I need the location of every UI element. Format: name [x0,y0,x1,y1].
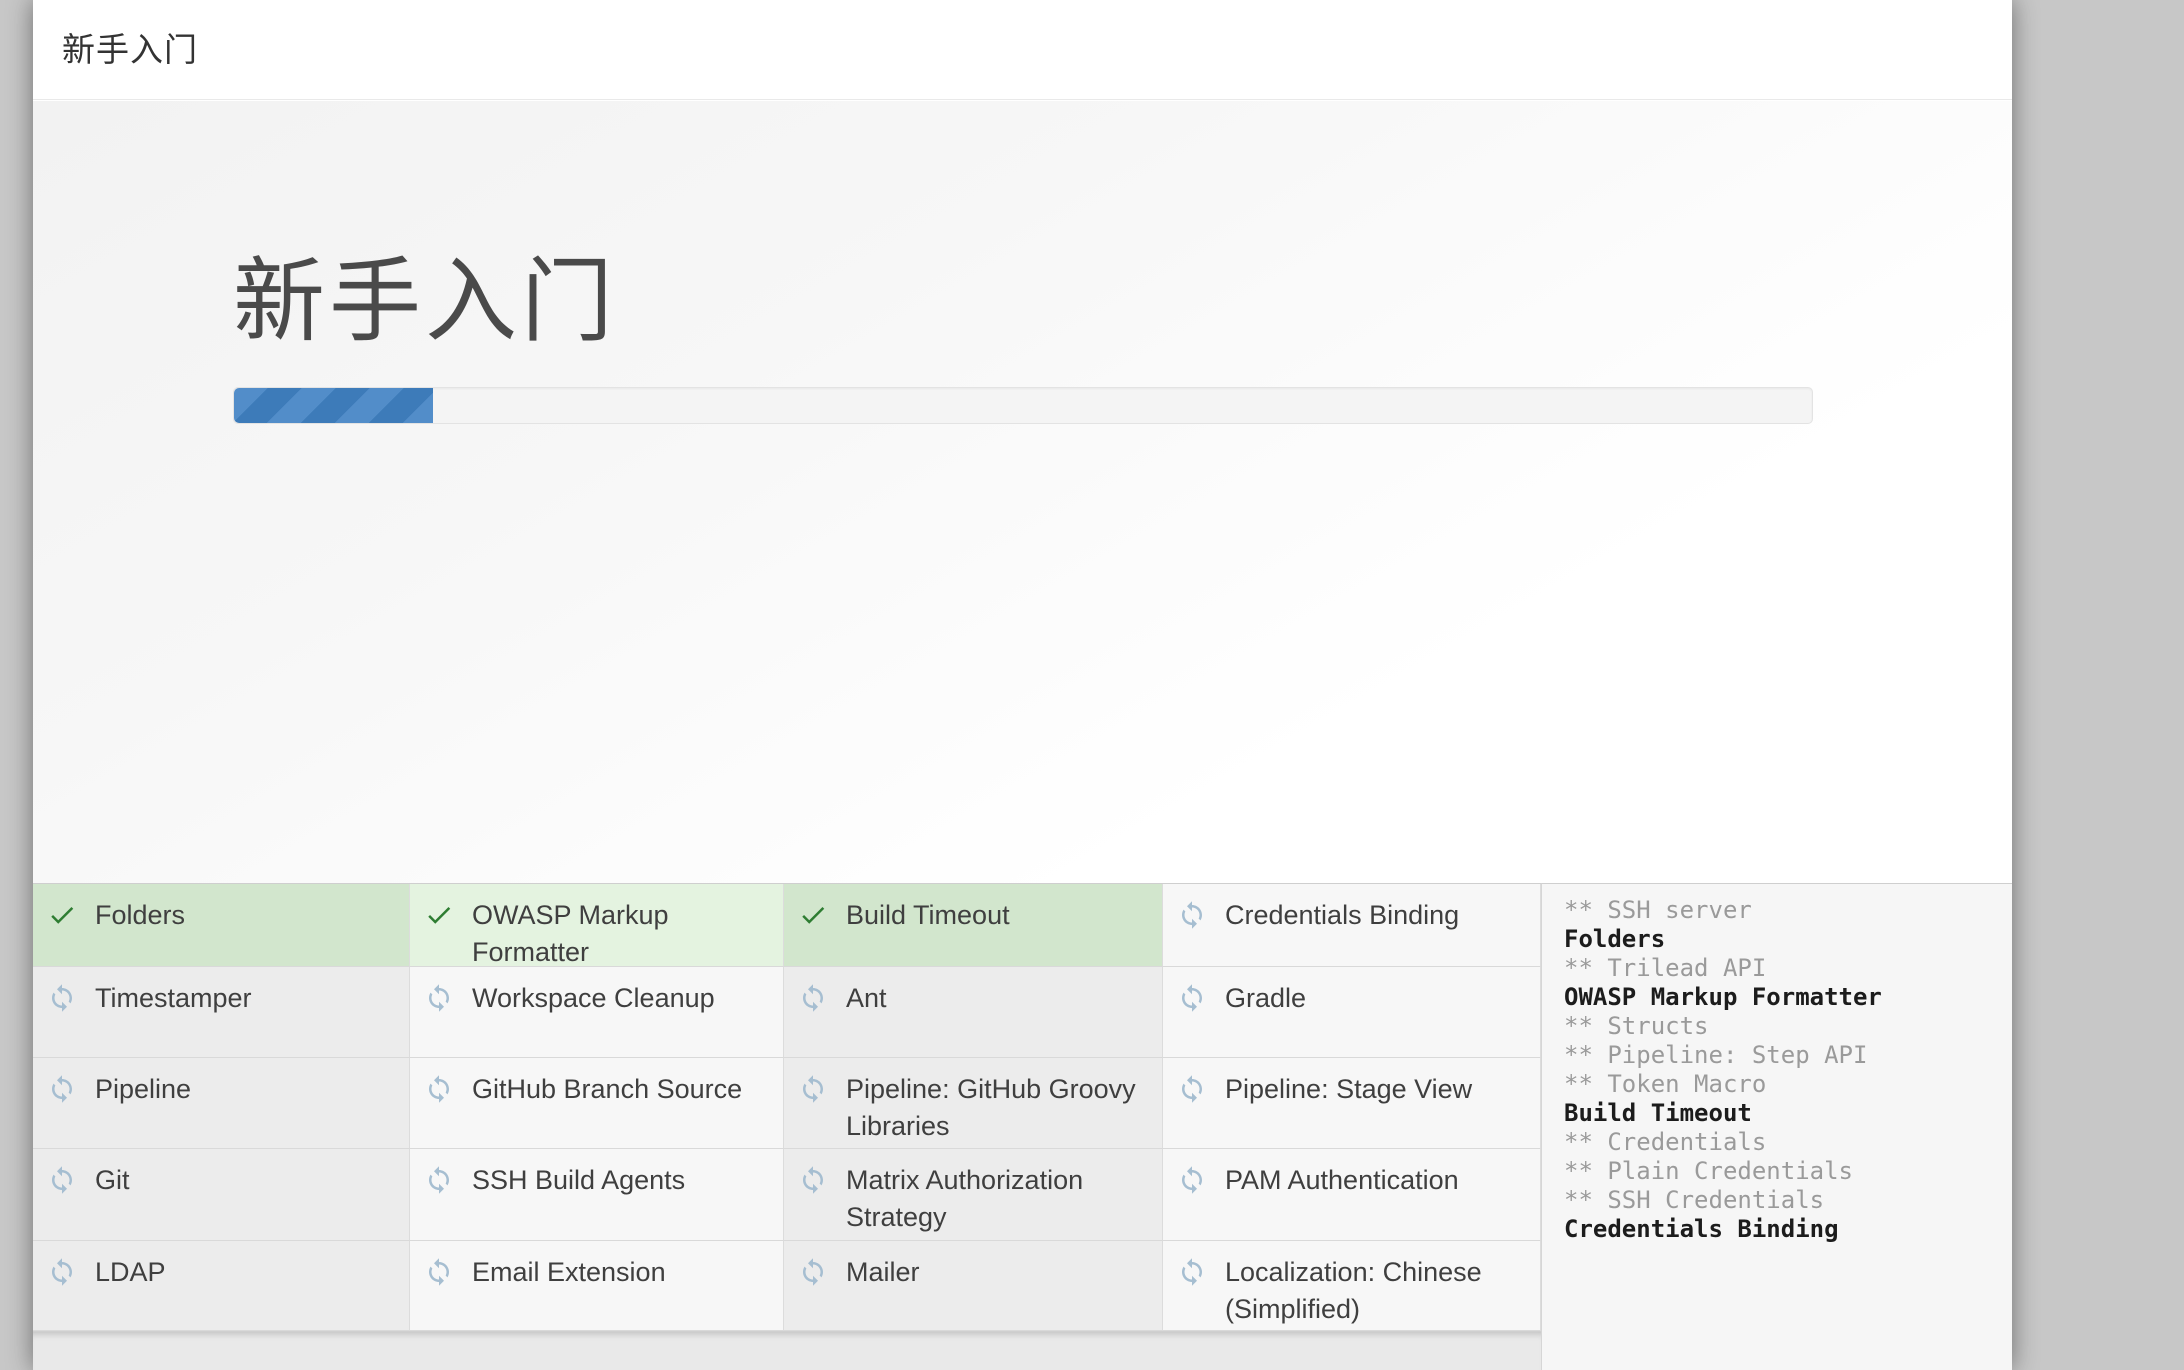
install-log-panel: ** SSH server Folders ** Trilead API OWASP … [1541,883,2012,1370]
sync-icon [803,984,823,1012]
sync-icon [803,1166,823,1194]
plugin-name: Build Timeout [846,900,1010,930]
plugin-name: Ant [846,983,887,1013]
plugin-name: PAM Authentication [1225,1165,1459,1195]
plugin-name: Mailer [846,1257,920,1287]
sync-icon [1182,901,1202,929]
log-line: Folders [1564,925,1666,953]
plugin-cell: Pipeline [33,1058,410,1149]
install-progress-bar [233,387,1813,424]
sync-icon [1182,1166,1202,1194]
plugin-name: Credentials Binding [1225,900,1460,930]
plugin-cell: Email Extension [410,1241,784,1331]
sync-icon [52,1075,72,1103]
plugin-cell: PAM Authentication [1163,1149,1541,1241]
plugin-name: Git [95,1165,130,1195]
plugin-cell: SSH Build Agents [410,1149,784,1241]
plugin-name: Folders [95,900,186,930]
progress-fill [234,388,433,423]
dialog-title: 新手入门 [62,31,198,68]
plugin-name: Pipeline [95,1074,192,1104]
plugin-cell: Gradle [1163,967,1541,1058]
plugin-name: OWASP Markup Formatter [472,900,669,967]
plugin-cell: Matrix Authorization Strategy [784,1149,1163,1241]
check-icon [51,906,74,924]
log-line: ** Plain Credentials [1564,1157,1853,1185]
log-line: ** SSH server [1564,896,1752,924]
plugin-cell: Build Timeout [784,884,1163,967]
sync-icon [803,1075,823,1103]
dialog-header: 新手入门 [33,0,2012,100]
log-line: ** SSH Credentials [1564,1186,1825,1214]
plugin-name: Localization: Chinese (Simplified) [1225,1257,1482,1324]
check-icon [802,906,825,924]
plugin-cell: LDAP [33,1241,410,1331]
getting-started-dialog: 新手入门 新手入门 Folders OWASP Markup Formatter [33,0,2012,1370]
sync-icon [429,984,449,1012]
plugin-cell: Ant [784,967,1163,1058]
plugin-cell: Localization: Chinese (Simplified) [1163,1241,1541,1331]
sync-icon [1182,984,1202,1012]
plugin-name: Gradle [1225,983,1307,1013]
plugin-name: SSH Build Agents [472,1165,686,1195]
plugin-name: Workspace Cleanup [472,983,715,1013]
hero-section: 新手入门 [33,101,2012,883]
log-line: ** Structs [1564,1012,1709,1040]
log-line: Build Timeout [1564,1099,1752,1127]
plugin-cell: GitHub Branch Source [410,1058,784,1149]
log-line: ** Credentials [1564,1128,1767,1156]
plugin-cell: Pipeline: Stage View [1163,1058,1541,1149]
dialog-footer-strip [33,1331,1541,1370]
sync-icon [1182,1075,1202,1103]
plugin-cell: Timestamper [33,967,410,1058]
log-line: OWASP Markup Formatter [1564,983,1882,1011]
sync-icon [52,1258,72,1286]
sync-icon [52,984,72,1012]
plugin-cell: Folders [33,884,410,967]
plugin-cell: Pipeline: GitHub Groovy Libraries [784,1058,1163,1149]
check-icon [428,906,451,924]
sync-icon [429,1258,449,1286]
sync-icon [429,1166,449,1194]
plugin-name: Pipeline: Stage View [1225,1074,1473,1104]
plugin-grid: Folders OWASP Markup Formatter Build Tim… [33,883,1541,1331]
hero-title: 新手入门 [233,251,618,353]
log-line: Credentials Binding [1564,1215,1839,1243]
plugin-name: Email Extension [472,1257,666,1287]
plugin-cell: Git [33,1149,410,1241]
plugin-cell: OWASP Markup Formatter [410,884,784,967]
plugin-name: LDAP [95,1257,166,1287]
sync-icon [803,1258,823,1286]
sync-icon [52,1166,72,1194]
plugin-name: Pipeline: GitHub Groovy Libraries [846,1074,1136,1141]
plugin-name: Timestamper [95,983,252,1013]
plugin-cell: Credentials Binding [1163,884,1541,967]
plugin-cell: Workspace Cleanup [410,967,784,1058]
plugin-name: GitHub Branch Source [472,1074,743,1104]
plugin-cell: Mailer [784,1241,1163,1331]
sync-icon [1182,1258,1202,1286]
log-line: ** Token Macro [1564,1070,1767,1098]
log-line: ** Trilead API [1564,954,1767,982]
plugin-name: Matrix Authorization Strategy [846,1165,1084,1232]
log-line: ** Pipeline: Step API [1564,1041,1868,1069]
sync-icon [429,1075,449,1103]
